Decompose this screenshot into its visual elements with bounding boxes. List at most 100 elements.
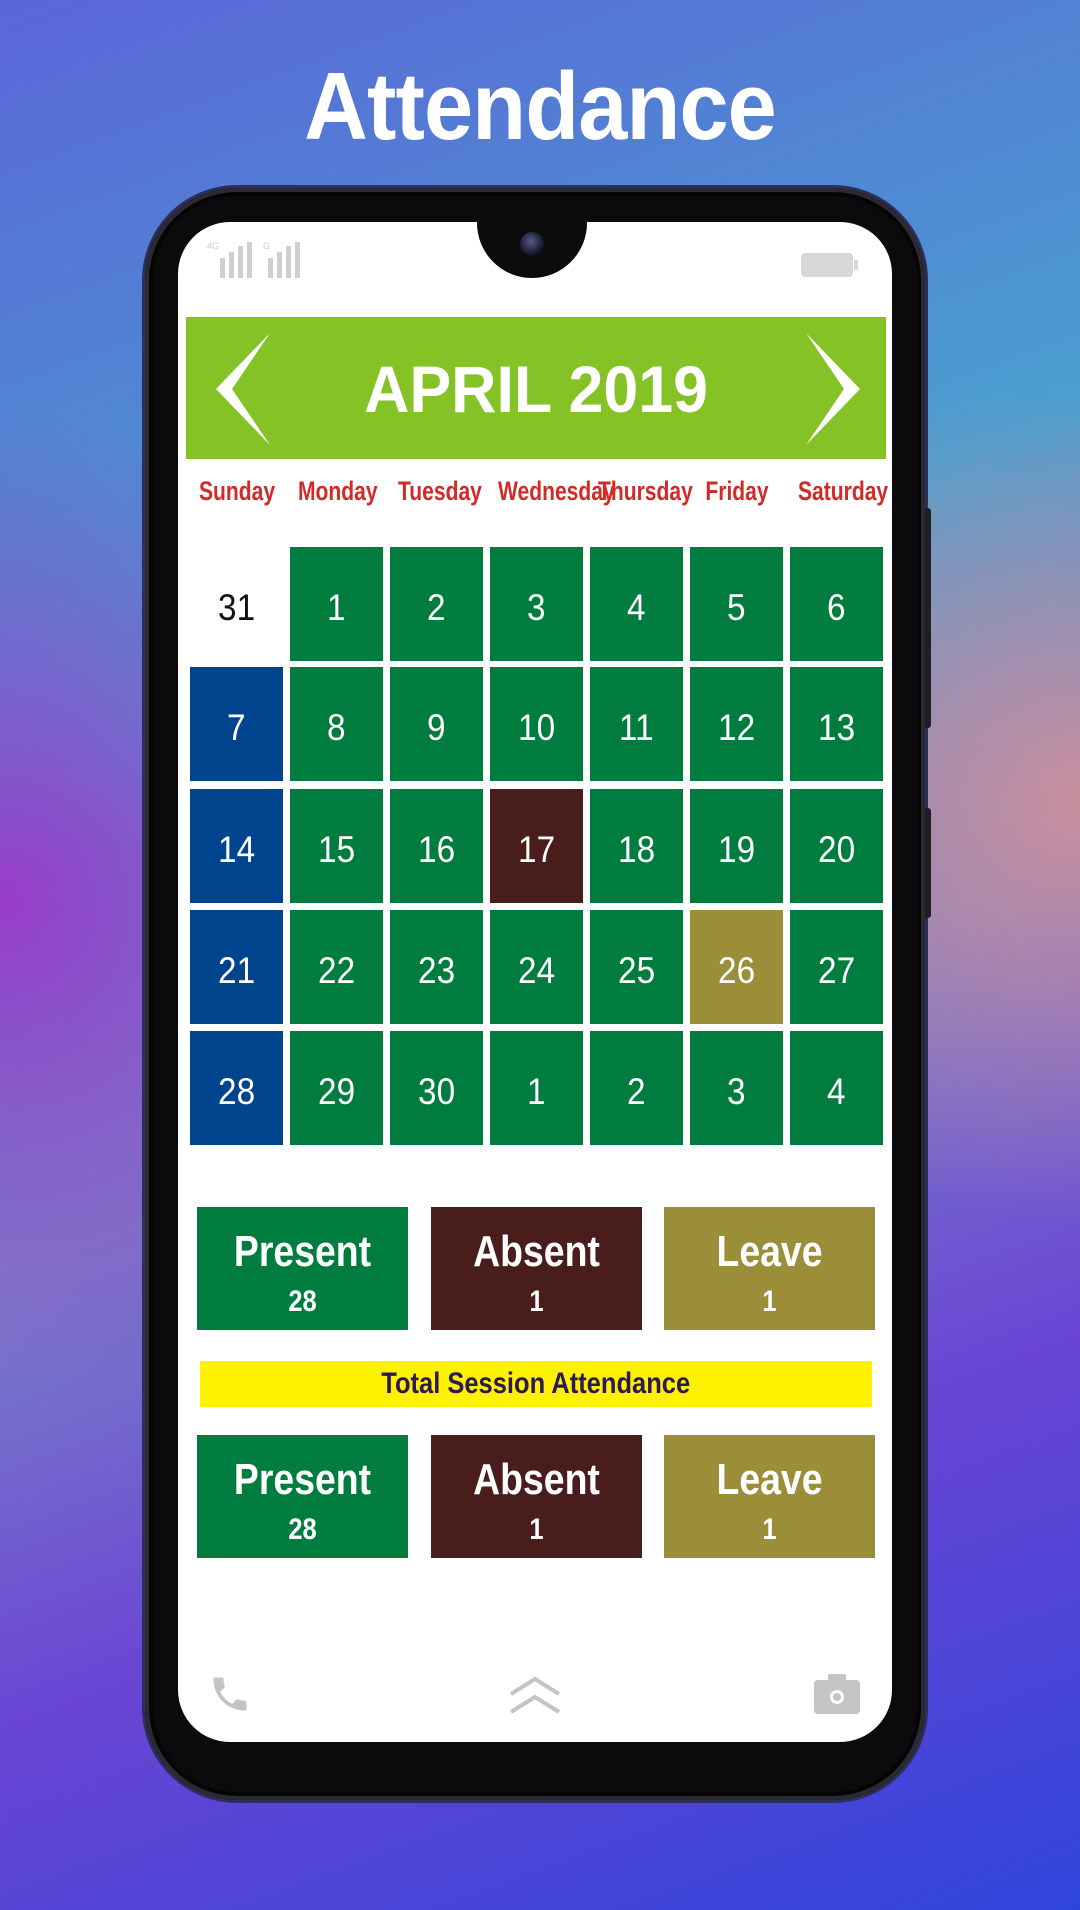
camera-button[interactable]: [814, 1674, 860, 1719]
signal-strength-icon: [268, 240, 300, 278]
network-label-4g: 4G: [207, 241, 220, 251]
volume-button: [925, 508, 931, 728]
weekday-label-sunday: Sunday: [198, 476, 276, 506]
day-cell-holiday[interactable]: 28: [190, 1031, 283, 1145]
day-cell-present[interactable]: 1: [490, 1031, 583, 1145]
absent-label: Absent: [473, 1455, 600, 1504]
day-cell-present[interactable]: 3: [490, 547, 583, 661]
day-cell-present[interactable]: 3: [690, 1031, 783, 1145]
day-cell-outside[interactable]: 31: [190, 547, 283, 661]
day-cell-present[interactable]: 2: [390, 547, 483, 661]
leave-label: Leave: [716, 1455, 823, 1504]
day-number: 17: [517, 829, 556, 870]
weekday-label-thursday: Thursday: [598, 476, 693, 506]
calendar-header: APRIL 2019: [186, 317, 886, 459]
day-cell-present[interactable]: 4: [790, 1031, 883, 1145]
day-cell-present[interactable]: 29: [290, 1031, 383, 1145]
day-cell-present[interactable]: 6: [790, 547, 883, 661]
day-cell-present[interactable]: 8: [290, 667, 383, 781]
day-cell-present[interactable]: 27: [790, 910, 883, 1024]
day-cell-present[interactable]: 24: [490, 910, 583, 1024]
session-present-card: Present 28: [197, 1435, 408, 1558]
day-cell-present[interactable]: 16: [390, 789, 483, 903]
leave-count: 1: [762, 1513, 777, 1546]
monthly-present-card: Present 28: [197, 1207, 408, 1330]
day-cell-present[interactable]: 25: [590, 910, 683, 1024]
day-number: 2: [627, 1071, 646, 1112]
day-cell-present[interactable]: 15: [290, 789, 383, 903]
chevron-right-icon: [806, 333, 860, 445]
day-number: 3: [727, 1071, 746, 1112]
day-number: 5: [727, 587, 746, 628]
front-camera: [520, 232, 544, 256]
battery-icon: [801, 253, 858, 277]
day-cell-present[interactable]: 18: [590, 789, 683, 903]
day-cell-present[interactable]: 5: [690, 547, 783, 661]
day-number: 18: [617, 829, 656, 870]
day-cell-present[interactable]: 12: [690, 667, 783, 781]
phone-icon: [213, 1677, 247, 1711]
weekday-label-wednesday: Wednesday: [498, 476, 615, 506]
day-cell-present[interactable]: 4: [590, 547, 683, 661]
day-cell-present[interactable]: 19: [690, 789, 783, 903]
day-number: 26: [717, 950, 756, 991]
day-cell-present[interactable]: 1: [290, 547, 383, 661]
day-cell-present[interactable]: 2: [590, 1031, 683, 1145]
day-cell-holiday[interactable]: 21: [190, 910, 283, 1024]
day-number: 25: [617, 950, 656, 991]
swipe-up-button[interactable]: [508, 1676, 562, 1721]
day-cell-present[interactable]: 13: [790, 667, 883, 781]
day-number: 3: [527, 587, 546, 628]
day-cell-present[interactable]: 23: [390, 910, 483, 1024]
session-attendance-heading: Total Session Attendance: [200, 1361, 872, 1407]
day-number: 23: [417, 950, 456, 991]
absent-label: Absent: [473, 1227, 600, 1276]
absent-count: 1: [529, 1513, 544, 1546]
session-attendance-title: Total Session Attendance: [381, 1367, 691, 1400]
day-cell-present[interactable]: 30: [390, 1031, 483, 1145]
leave-label: Leave: [716, 1227, 823, 1276]
day-number: 4: [827, 1071, 846, 1112]
day-number: 29: [317, 1071, 356, 1112]
present-count: 28: [288, 1513, 317, 1546]
camera-icon: [814, 1674, 860, 1714]
day-number: 14: [217, 829, 256, 870]
day-number: 30: [417, 1071, 456, 1112]
day-cell-present[interactable]: 11: [590, 667, 683, 781]
day-number: 20: [817, 829, 856, 870]
session-absent-card: Absent 1: [431, 1435, 642, 1558]
weekday-label-saturday: Saturday: [798, 476, 889, 506]
day-cell-present[interactable]: 10: [490, 667, 583, 781]
day-cell-present[interactable]: 20: [790, 789, 883, 903]
present-label: Present: [233, 1455, 372, 1504]
phone-button[interactable]: [208, 1672, 252, 1721]
leave-count: 1: [762, 1285, 777, 1318]
day-cell-holiday[interactable]: 7: [190, 667, 283, 781]
day-number: 21: [217, 950, 256, 991]
day-number: 2: [427, 587, 446, 628]
page-title: Attendance: [304, 53, 777, 160]
next-month-button[interactable]: [800, 333, 860, 445]
day-cell-present[interactable]: 9: [390, 667, 483, 781]
day-cell-absent[interactable]: 17: [490, 789, 583, 903]
weekday-label-tuesday: Tuesday: [398, 476, 482, 506]
day-number: 24: [517, 950, 556, 991]
absent-count: 1: [529, 1285, 544, 1318]
monthly-absent-card: Absent 1: [431, 1207, 642, 1330]
day-number: 19: [717, 829, 756, 870]
day-cell-holiday[interactable]: 14: [190, 789, 283, 903]
weekday-label-monday: Monday: [298, 476, 378, 506]
day-number: 28: [217, 1071, 256, 1112]
day-number: 16: [417, 829, 456, 870]
day-number: 12: [717, 707, 756, 748]
session-leave-card: Leave 1: [664, 1435, 875, 1558]
day-number: 31: [217, 587, 256, 628]
day-number: 1: [527, 1071, 546, 1112]
day-cell-leave[interactable]: 26: [690, 910, 783, 1024]
day-number: 7: [227, 707, 246, 748]
day-cell-present[interactable]: 22: [290, 910, 383, 1024]
day-number: 10: [517, 707, 556, 748]
monthly-leave-card: Leave 1: [664, 1207, 875, 1330]
day-number: 1: [327, 587, 346, 628]
day-number: 8: [327, 707, 346, 748]
